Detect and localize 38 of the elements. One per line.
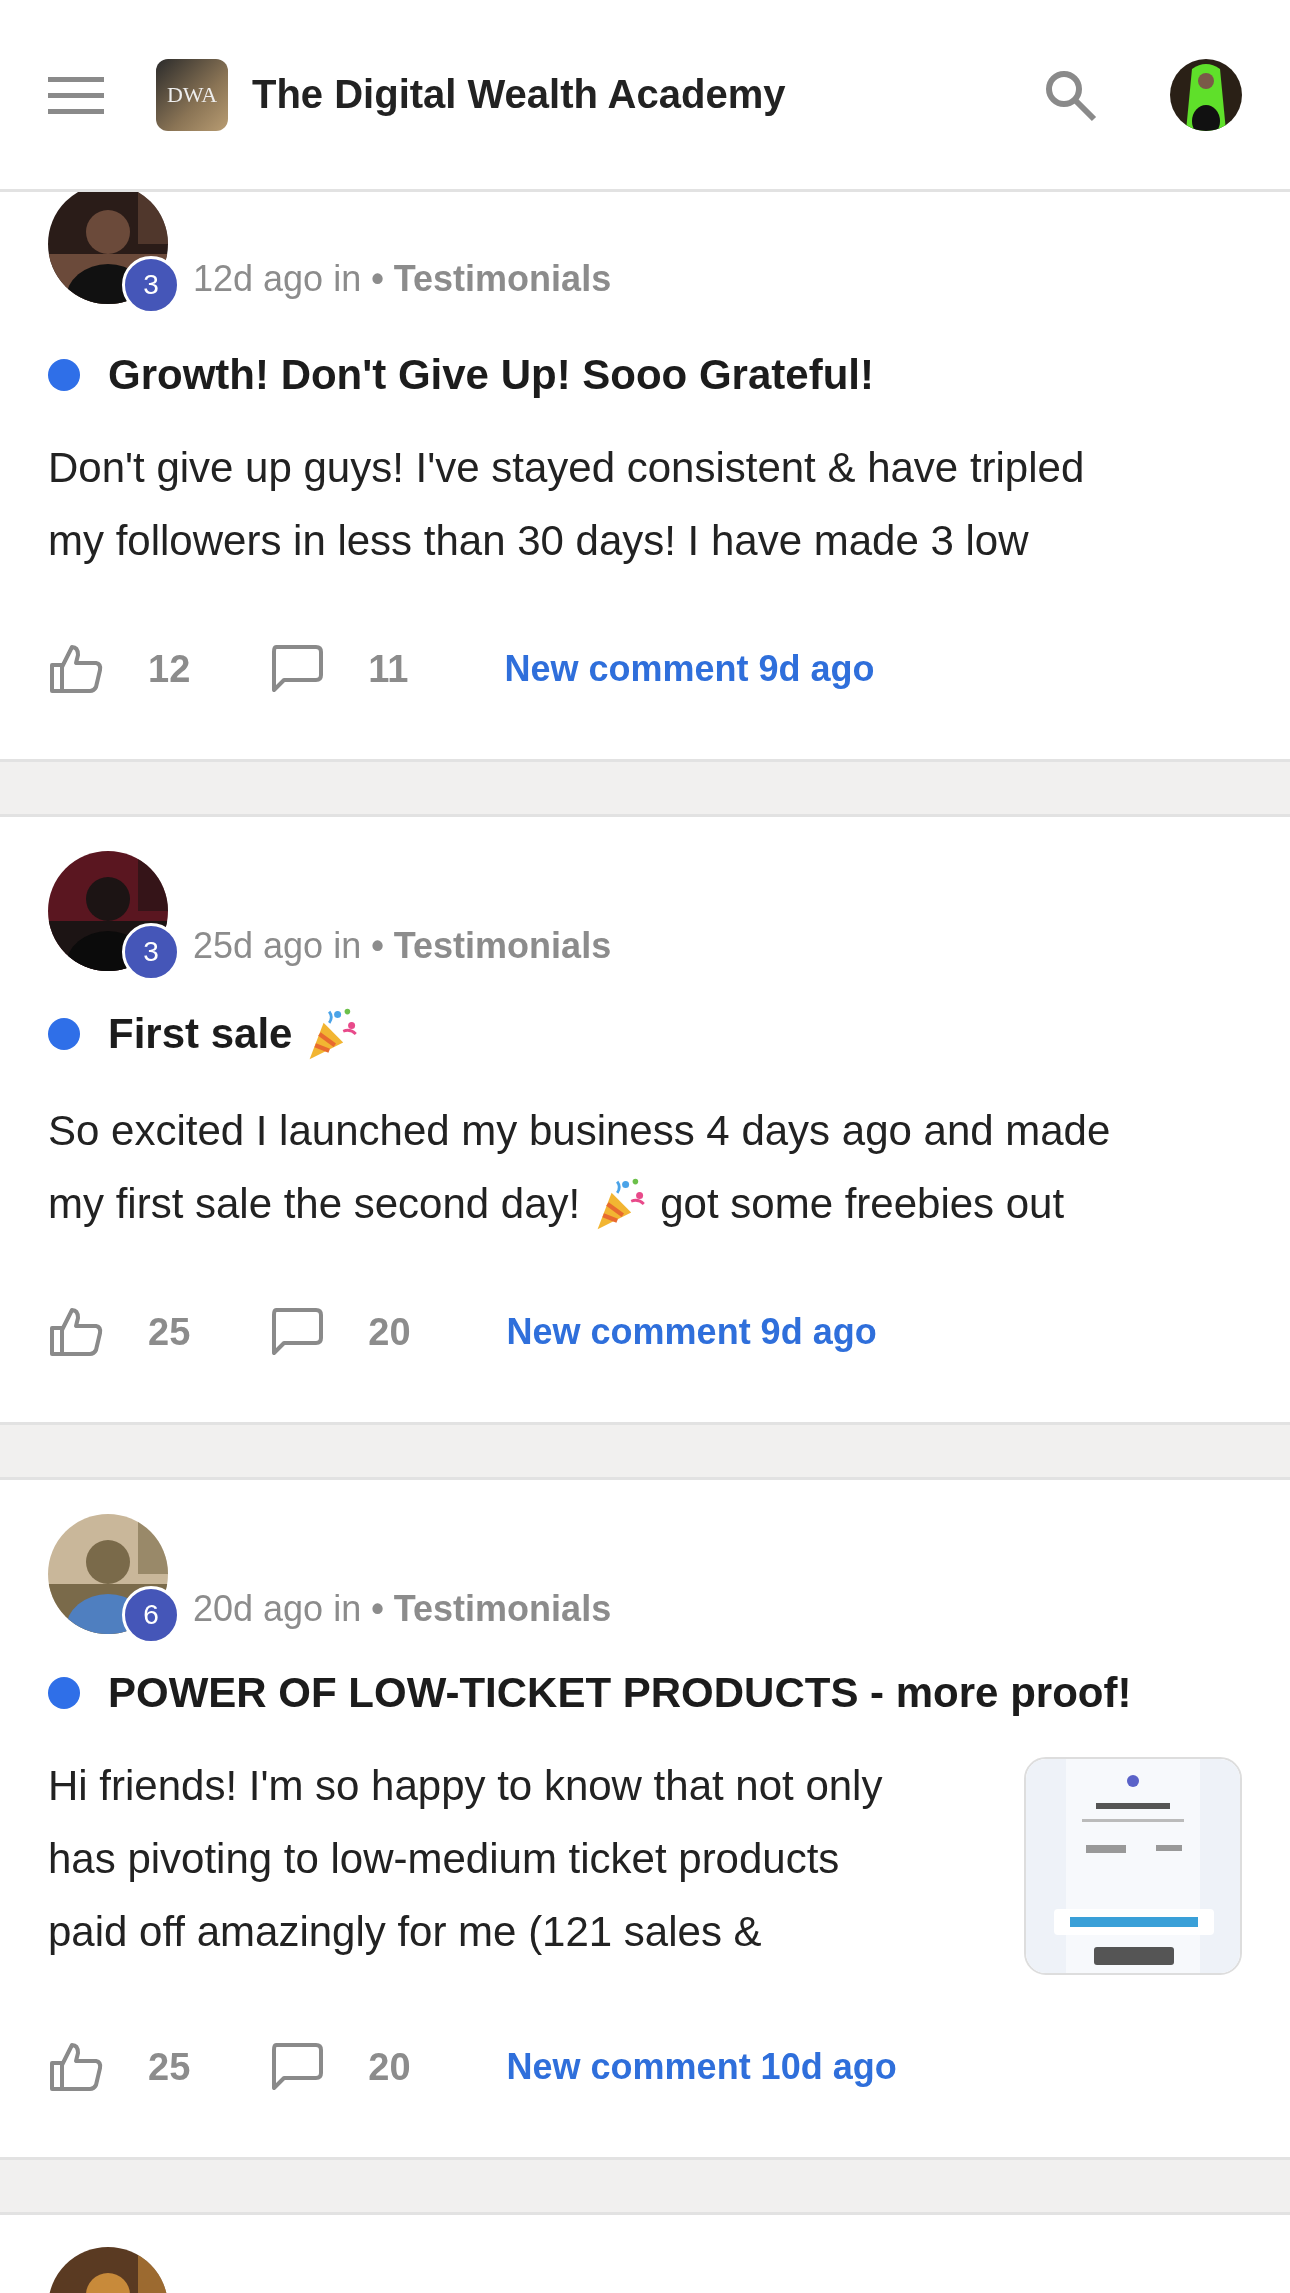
post-text: has pivoting to low-medium ticket products bbox=[48, 1834, 840, 1884]
like-count: 25 bbox=[148, 2045, 191, 2089]
post-time: 20d ago in bbox=[193, 1588, 362, 1630]
post-card[interactable] bbox=[0, 192, 1290, 762]
category-link[interactable]: • Testimonials bbox=[371, 1588, 612, 1630]
logo[interactable]: DWA bbox=[156, 58, 228, 131]
post-title[interactable]: Growth! Don't Give Up! Sooo Grateful! bbox=[108, 351, 874, 399]
like-count: 25 bbox=[148, 1310, 191, 1354]
post-title[interactable]: First sale bbox=[108, 1010, 293, 1058]
post-text: my first sale the second day! bbox=[48, 1179, 581, 1229]
new-comment-link[interactable]: New comment 9d ago bbox=[504, 648, 875, 690]
comment-count: 11 bbox=[368, 647, 409, 691]
post-text: got some freebies out bbox=[660, 1179, 1065, 1229]
like-icon[interactable] bbox=[48, 2041, 104, 2093]
comment-count: 20 bbox=[368, 2045, 411, 2089]
post-card[interactable] bbox=[0, 1477, 1290, 2160]
like-icon[interactable] bbox=[48, 1306, 104, 1358]
like-icon[interactable] bbox=[48, 643, 104, 695]
category-link[interactable]: • Testimonials bbox=[371, 258, 612, 300]
post-text: paid off amazingly for me (121 sales & bbox=[48, 1907, 762, 1957]
new-comment-link[interactable]: New comment 9d ago bbox=[506, 1311, 877, 1353]
post-text: my followers in less than 30 days! I have made 3 low bbox=[48, 516, 1029, 566]
level-badge: 6 bbox=[122, 1586, 180, 1644]
post-text: Hi friends! I'm so happy to know that not only bbox=[48, 1761, 883, 1811]
post-text: So excited I launched my business 4 days ago and made bbox=[48, 1106, 1111, 1156]
level-badge: 3 bbox=[122, 256, 180, 314]
post-title[interactable]: POWER OF LOW-TICKET PRODUCTS - more proof! bbox=[108, 1669, 1132, 1717]
menu-icon[interactable] bbox=[48, 74, 104, 115]
category-link[interactable]: • Testimonials bbox=[371, 925, 612, 967]
post-card[interactable]: 3 25d ago in • Testimonials First sale So excited I launched my business 4 days ago and made my first sale the second day! got some freebies out 25 20 New comment 9d ago bbox=[0, 814, 1290, 1425]
comment-count: 20 bbox=[368, 1310, 411, 1354]
post-time: 12d ago in bbox=[193, 258, 362, 300]
community-title: The Digital Wealth Academy bbox=[252, 72, 787, 117]
new-comment-link[interactable]: New comment 10d ago bbox=[506, 2046, 897, 2088]
post-time: 25d ago in bbox=[193, 925, 362, 967]
like-count: 12 bbox=[148, 647, 191, 691]
post-text: Don't give up guys! I've stayed consistent & have tripled bbox=[48, 443, 1085, 493]
level-badge: 3 bbox=[122, 923, 180, 981]
